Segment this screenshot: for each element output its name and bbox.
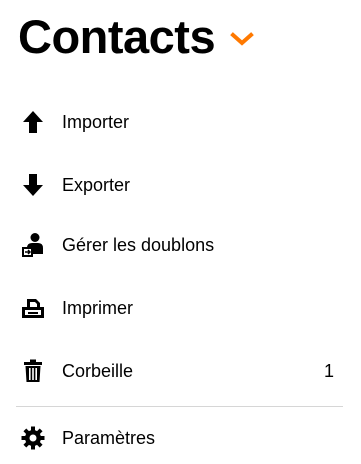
menu-item-label: Importer (62, 112, 130, 132)
download-arrow-icon (20, 172, 46, 198)
menu-item-settings[interactable]: Paramètres (0, 412, 361, 464)
upload-arrow-icon (20, 109, 46, 135)
menu-item-duplicates[interactable]: Gérer les doublons (0, 219, 361, 271)
menu-item-label: Corbeille (62, 361, 134, 381)
menu-item-print[interactable]: Imprimer (0, 282, 361, 334)
printer-icon (20, 295, 46, 321)
trash-count-badge: 1 (323, 361, 334, 381)
menu-item-label: Gérer les doublons (62, 235, 215, 255)
trash-icon (20, 358, 46, 384)
menu-item-importer[interactable]: Importer (0, 96, 361, 148)
gear-icon (20, 425, 46, 451)
chevron-down-icon[interactable] (229, 30, 255, 48)
menu-item-label: Imprimer (62, 298, 133, 318)
menu-item-label: Exporter (62, 175, 131, 195)
page-header: Contacts (18, 4, 255, 68)
page-title: Contacts (18, 9, 216, 63)
merge-contacts-icon (20, 232, 46, 258)
menu-item-trash[interactable]: Corbeille 1 (0, 345, 361, 397)
menu-item-exporter[interactable]: Exporter (0, 159, 361, 211)
menu-divider (16, 406, 343, 407)
menu-item-label: Paramètres (62, 428, 156, 448)
